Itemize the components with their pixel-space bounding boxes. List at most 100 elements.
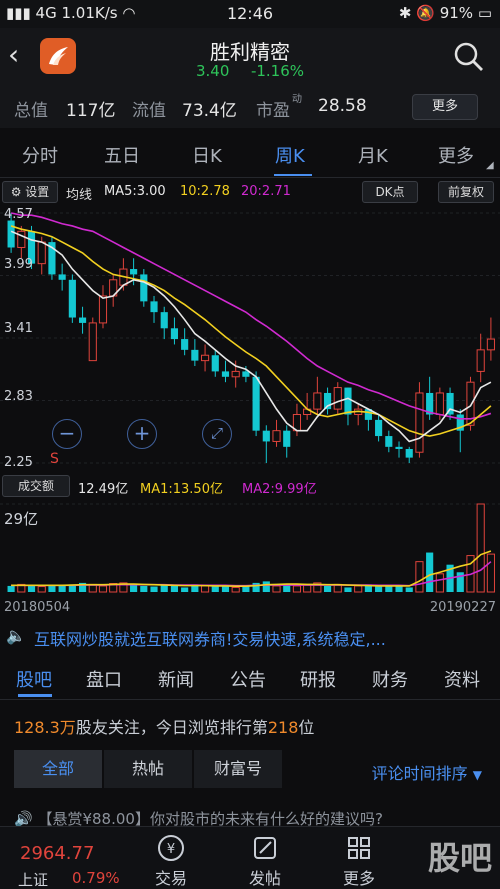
candle-body xyxy=(313,392,322,410)
float-value-label: 流值 xyxy=(132,101,166,121)
candle xyxy=(283,425,291,458)
volume-bar xyxy=(231,586,240,593)
price-tick-2: 3.99 xyxy=(4,257,33,272)
volume-bar xyxy=(375,586,383,592)
watermark-logo: 股吧 xyxy=(427,839,492,877)
speaker-icon: 🔈 xyxy=(6,626,26,645)
candle-body xyxy=(415,392,424,453)
candle-body xyxy=(252,376,260,431)
gear-icon: ⚙ xyxy=(10,185,22,199)
volume-bar xyxy=(98,585,108,593)
volume-axis-max: 29亿 xyxy=(4,510,39,528)
volume-bar xyxy=(48,585,56,592)
nav-post[interactable]: 发帖 xyxy=(230,833,300,889)
candle-body xyxy=(68,279,76,318)
tab-pankou[interactable]: 盘口 xyxy=(86,666,122,692)
settings-label: 设置 xyxy=(25,185,50,199)
candle xyxy=(415,382,424,458)
candle xyxy=(48,236,56,280)
tab-five-day[interactable]: 五日 xyxy=(104,142,140,168)
candle xyxy=(456,409,464,453)
total-value-label: 总值 xyxy=(14,101,48,121)
volume-type-button[interactable]: 成交额 xyxy=(2,475,70,497)
tab-more[interactable]: 更多 xyxy=(438,142,474,168)
candle-body xyxy=(333,387,342,410)
stock-price-line: 3.40 -1.16% xyxy=(0,62,500,80)
tab-guba[interactable]: 股吧 xyxy=(16,666,52,692)
search-icon[interactable] xyxy=(452,40,486,74)
ma-label: 均线 xyxy=(66,188,93,203)
candle-body xyxy=(150,301,158,313)
adjust-button[interactable]: 前复权 xyxy=(438,181,494,203)
stock-name: 胜利精密 xyxy=(210,40,290,64)
sort-dropdown[interactable]: 评论时间排序 ▼ xyxy=(372,760,482,784)
candle-body xyxy=(375,419,383,437)
more-info-button[interactable]: 更多 xyxy=(412,94,478,120)
candle xyxy=(88,317,97,362)
volume-bar xyxy=(211,586,219,592)
ma10-value: 10:2.78 xyxy=(180,184,230,199)
candle xyxy=(385,430,393,453)
float-value: 73.4亿 xyxy=(182,101,237,121)
chevron-down-icon: ▼ xyxy=(472,768,482,782)
candle-body xyxy=(344,387,352,415)
candle xyxy=(333,382,342,415)
tab-announcement[interactable]: 公告 xyxy=(230,666,266,692)
segment-wealth[interactable]: 财富号 xyxy=(194,750,282,788)
settings-button[interactable]: ⚙ 设置 xyxy=(2,181,58,203)
tab-news[interactable]: 新闻 xyxy=(158,666,194,692)
nav-more[interactable]: 更多 xyxy=(324,833,394,889)
candle xyxy=(354,403,363,426)
tab-profile[interactable]: 资料 xyxy=(444,666,480,692)
ad-banner[interactable]: 🔈 互联网炒股就选互联网券商!交易快速,系统稳定,... xyxy=(0,624,500,652)
volume-bar xyxy=(344,587,352,592)
candle xyxy=(476,333,485,383)
tab-weekly-k[interactable]: 周K xyxy=(275,142,305,168)
current-price: 3.40 xyxy=(195,62,230,80)
candle xyxy=(395,441,403,458)
sort-label: 评论时间排序 xyxy=(371,764,468,783)
volume-ma2: MA2:9.99亿 xyxy=(242,482,317,497)
candle-body xyxy=(395,446,403,449)
volume-bar xyxy=(292,585,302,593)
candle xyxy=(150,295,158,323)
index-value[interactable]: 2964.77 xyxy=(20,843,94,864)
follow-text-a: 股友关注，今日浏览排行第 xyxy=(75,718,268,737)
grid-icon xyxy=(348,837,370,859)
candle xyxy=(211,349,219,377)
volume-bar xyxy=(262,581,270,592)
tab-intraday[interactable]: 分时 xyxy=(22,142,58,168)
candle-body xyxy=(160,312,168,329)
total-value: 117亿 xyxy=(66,101,116,121)
volume-bar xyxy=(395,585,403,592)
volume-bar xyxy=(140,585,148,592)
volume-bar xyxy=(252,582,260,592)
nav-post-label: 发帖 xyxy=(248,869,281,888)
volume-chart[interactable]: 29亿 xyxy=(0,500,500,595)
price-tick-3: 3.41 xyxy=(4,321,33,336)
segment-hot[interactable]: 热帖 xyxy=(104,750,192,788)
dk-point-button[interactable]: DK点 xyxy=(362,181,418,203)
candle-body xyxy=(170,328,179,340)
sell-marker: S xyxy=(50,451,59,467)
candle xyxy=(344,387,352,426)
kline-chart[interactable]: 4.57 3.99 3.41 2.83 2.25 S − + ⤢ xyxy=(0,205,500,473)
price-change: -1.16% xyxy=(250,62,305,80)
zoom-in-button[interactable]: + xyxy=(127,419,157,449)
volume-ma1: MA1:13.50亿 xyxy=(140,482,223,497)
segment-all[interactable]: 全部 xyxy=(14,750,102,788)
fullscreen-button[interactable]: ⤢ xyxy=(202,419,232,449)
candle-body xyxy=(262,430,270,442)
candle-body xyxy=(58,274,66,280)
pencil-icon xyxy=(254,837,276,859)
zoom-out-button[interactable]: − xyxy=(52,419,82,449)
tab-daily-k[interactable]: 日K xyxy=(192,142,222,168)
volume-bar xyxy=(486,553,495,593)
candle xyxy=(375,414,383,442)
nav-trade[interactable]: ¥ 交易 xyxy=(136,833,206,889)
tab-finance[interactable]: 财务 xyxy=(372,666,408,692)
community-tabs: 股吧 盘口 新闻 公告 研报 财务 资料 xyxy=(0,660,500,700)
tab-research[interactable]: 研报 xyxy=(300,666,336,692)
tab-monthly-k[interactable]: 月K xyxy=(358,142,388,168)
ma5-value: MA5:3.00 xyxy=(104,184,166,199)
